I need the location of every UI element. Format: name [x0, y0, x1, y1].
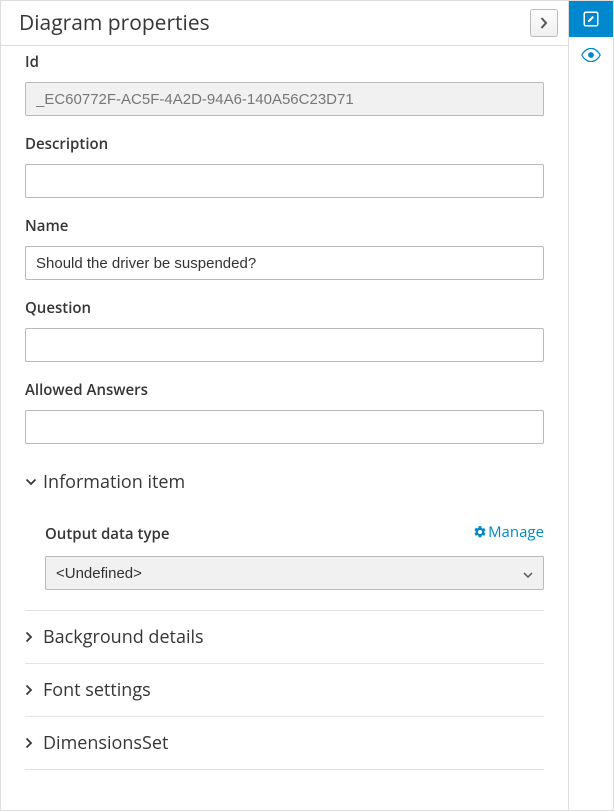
id-label: Id: [25, 52, 544, 72]
output-type-select[interactable]: <Undefined>: [45, 556, 544, 590]
id-field: [25, 82, 544, 116]
description-field[interactable]: [25, 164, 544, 198]
information-item-section: Information item Output data type Manage…: [25, 462, 544, 610]
collapse-panel-button[interactable]: [530, 9, 558, 37]
edit-tab-button[interactable]: [569, 1, 613, 37]
id-group: Id: [25, 52, 544, 116]
allowed-answers-field[interactable]: [25, 410, 544, 444]
font-settings-title: Font settings: [43, 678, 151, 702]
allowed-answers-label: Allowed Answers: [25, 380, 544, 400]
dimensions-set-title: DimensionsSet: [43, 731, 168, 755]
chevron-right-icon: [540, 17, 548, 29]
edit-icon: [582, 10, 600, 28]
information-item-header[interactable]: Information item: [25, 462, 544, 502]
background-details-title: Background details: [43, 625, 204, 649]
chevron-right-icon: [25, 631, 43, 643]
information-item-body: Output data type Manage <Undefined>: [25, 502, 544, 610]
question-field[interactable]: [25, 328, 544, 362]
dimensions-set-section[interactable]: DimensionsSet: [25, 717, 544, 770]
name-group: Name: [25, 216, 544, 280]
panel-title: Diagram properties: [19, 9, 210, 37]
chevron-right-icon: [25, 737, 43, 749]
description-label: Description: [25, 134, 544, 154]
question-group: Question: [25, 298, 544, 362]
manage-link-text: Manage: [488, 522, 544, 542]
collapsed-sections: Background details Font settings Dimensi…: [25, 610, 544, 770]
name-label: Name: [25, 216, 544, 236]
allowed-answers-group: Allowed Answers: [25, 380, 544, 444]
preview-tab-button[interactable]: [569, 37, 613, 73]
gear-icon: [473, 525, 487, 539]
description-group: Description: [25, 134, 544, 198]
font-settings-section[interactable]: Font settings: [25, 664, 544, 717]
output-type-row: Output data type Manage: [45, 522, 544, 544]
chevron-right-icon: [25, 684, 43, 696]
output-type-select-wrap: <Undefined>: [45, 556, 544, 590]
panel-body: Id Description Name Question Allowed Ans…: [1, 46, 568, 810]
manage-link[interactable]: Manage: [473, 522, 544, 542]
information-item-title: Information item: [43, 470, 185, 494]
chevron-down-icon: [25, 478, 43, 486]
output-type-label: Output data type: [45, 524, 169, 544]
output-type-value: <Undefined>: [56, 565, 142, 582]
background-details-section[interactable]: Background details: [25, 610, 544, 664]
right-rail: [569, 0, 614, 811]
eye-icon: [581, 48, 601, 62]
name-field[interactable]: [25, 246, 544, 280]
properties-panel: Diagram properties Id Description Name Q…: [0, 0, 569, 811]
panel-header: Diagram properties: [1, 1, 568, 46]
question-label: Question: [25, 298, 544, 318]
